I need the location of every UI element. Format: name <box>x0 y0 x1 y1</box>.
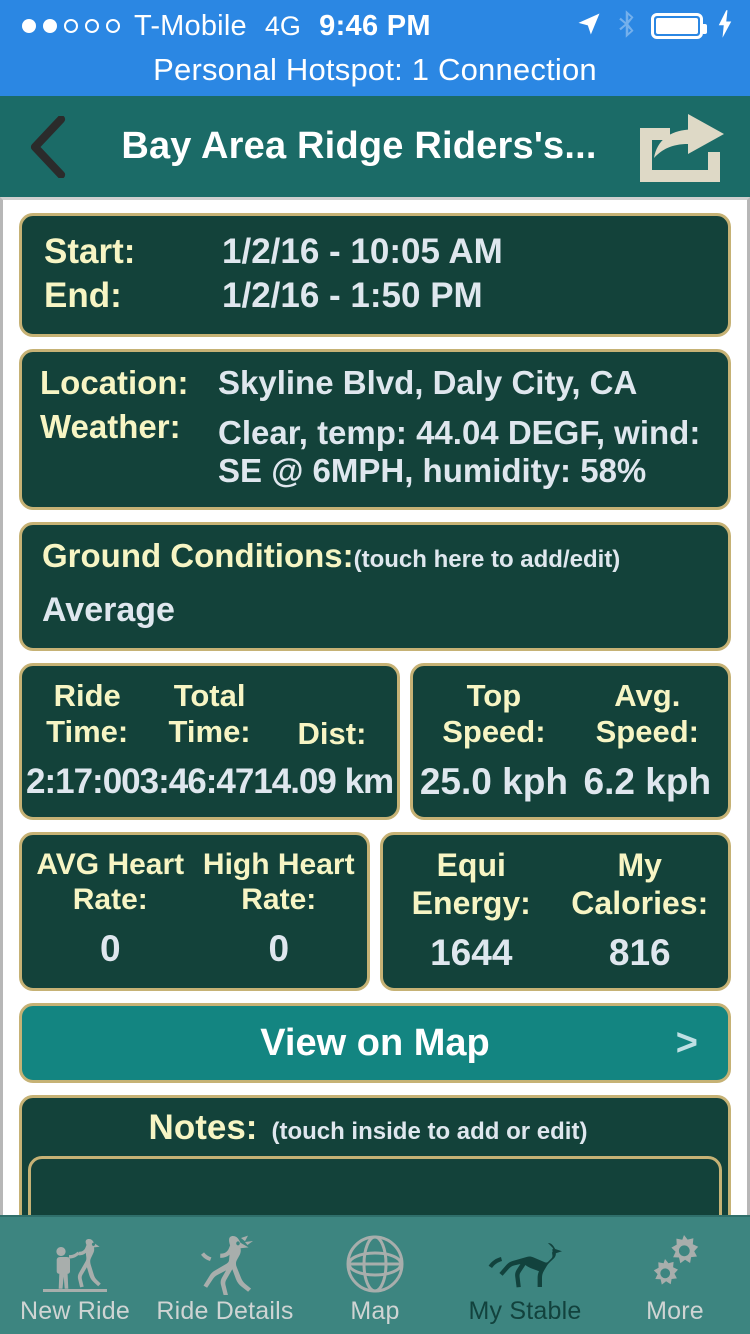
heart-rate-values: 0 0 <box>26 928 363 970</box>
energy-values: 1644 816 <box>387 932 724 974</box>
start-label: Start: <box>44 232 136 271</box>
chevron-right-icon: > <box>675 1021 698 1064</box>
tab-map-label: Map <box>350 1297 400 1325</box>
tab-bar: New Ride Ride Details Map My Stable More <box>0 1215 750 1334</box>
chevron-left-icon <box>30 115 66 178</box>
personal-hotspot-banner: Personal Hotspot: 1 Connection <box>153 52 597 87</box>
status-bar-top-row: T-Mobile 4G 9:46 PM <box>0 0 750 52</box>
stats-row-two: AVG Heart Rate: High Heart Rate: 0 0 Equ… <box>19 831 731 992</box>
back-button[interactable] <box>0 96 96 197</box>
speed-values: 25.0 kph 6.2 kph <box>417 761 724 803</box>
share-button[interactable] <box>632 96 750 197</box>
avg-heart-rate-label: AVG Heart Rate: <box>36 847 185 917</box>
heart-rate-headings: AVG Heart Rate: High Heart Rate: <box>26 847 363 918</box>
end-label: End: <box>44 276 122 315</box>
notes-header: Notes: (touch inside to add or edit) <box>22 1106 728 1156</box>
ride-time-distance-card: Ride Time: Total Time: Dist: 2:17:00 3:4… <box>19 662 401 820</box>
high-heart-rate-value: 0 <box>268 927 290 969</box>
charging-bolt-icon <box>716 9 734 44</box>
tab-more[interactable]: More <box>600 1217 750 1334</box>
top-speed-value: 25.0 kph <box>419 760 568 802</box>
speed-card: Top Speed: Avg. Speed: 25.0 kph 6.2 kph <box>410 662 731 820</box>
ride-time-value: 2:17:00 <box>26 762 141 802</box>
battery-icon <box>651 13 707 39</box>
energy-headings: Equi Energy: My Calories: <box>387 847 724 923</box>
ride-times-card: Start: 1/2/16 - 10:05 AM End: 1/2/16 - 1… <box>19 213 731 337</box>
ground-conditions-header: Ground Conditions: (touch here to add/ed… <box>42 537 708 575</box>
avg-speed-label: Avg. Speed: <box>595 677 699 750</box>
ride-time-label: Ride Time: <box>46 677 129 750</box>
status-bar-icons <box>575 0 734 52</box>
notes-label: Notes: <box>148 1108 258 1148</box>
carrier-label: T-Mobile <box>134 9 247 42</box>
distance-label: Dist: <box>297 715 367 751</box>
rider-with-horse-icon <box>39 1227 111 1295</box>
signal-strength-dots <box>22 19 120 33</box>
tab-more-label: More <box>646 1297 704 1325</box>
trotting-horse-icon <box>486 1227 564 1295</box>
tab-new-ride[interactable]: New Ride <box>0 1217 150 1334</box>
view-on-map-label: View on Map <box>260 1021 490 1064</box>
globe-icon <box>341 1227 409 1295</box>
location-label: Location: <box>40 364 189 401</box>
signal-dot-4 <box>85 19 99 33</box>
ride-time-headings: Ride Time: Total Time: Dist: <box>26 678 393 753</box>
gears-icon <box>639 1227 711 1295</box>
top-speed-label: Top Speed: <box>442 677 546 750</box>
signal-dot-2 <box>43 19 57 33</box>
heart-rate-card: AVG Heart Rate: High Heart Rate: 0 0 <box>19 831 370 992</box>
share-icon <box>640 113 724 182</box>
end-time-row: End: 1/2/16 - 1:50 PM <box>22 274 728 318</box>
stats-row-one: Ride Time: Total Time: Dist: 2:17:00 3:4… <box>19 662 731 820</box>
total-time-label: Total Time: <box>168 677 251 750</box>
network-type-label: 4G <box>264 10 301 41</box>
bluetooth-icon <box>616 9 638 44</box>
location-row: Location: Skyline Blvd, Daly City, CA <box>22 364 728 403</box>
start-time-row: Start: 1/2/16 - 10:05 AM <box>22 230 728 274</box>
energy-card: Equi Energy: My Calories: 1644 816 <box>380 831 731 992</box>
tab-map[interactable]: Map <box>300 1217 450 1334</box>
signal-dot-5 <box>106 19 120 33</box>
ground-conditions-value: Average <box>42 590 175 629</box>
location-arrow-icon <box>575 10 603 43</box>
tab-ride-details-label: Ride Details <box>156 1297 294 1325</box>
ride-details-content: Start: 1/2/16 - 10:05 AM End: 1/2/16 - 1… <box>0 197 750 1334</box>
distance-value: 14.09 km <box>253 762 394 802</box>
page-title: Bay Area Ridge Riders's... <box>121 125 597 167</box>
weather-value: Clear, temp: 44.04 DEGF, wind: SE @ 6MPH… <box>218 413 701 490</box>
my-calories-label: My Calories: <box>571 846 709 921</box>
weather-label: Weather: <box>40 407 181 445</box>
avg-heart-rate-value: 0 <box>99 927 121 969</box>
ground-conditions-card[interactable]: Ground Conditions: (touch here to add/ed… <box>19 521 731 651</box>
status-bar: T-Mobile 4G 9:46 PM Personal Hotspot: 1 … <box>0 0 750 96</box>
location-weather-card: Location: Skyline Blvd, Daly City, CA We… <box>19 349 731 510</box>
signal-dot-3 <box>64 19 78 33</box>
rearing-horse-icon <box>189 1227 261 1295</box>
tab-my-stable-label: My Stable <box>468 1297 582 1325</box>
high-heart-rate-label: High Heart Rate: <box>202 847 355 917</box>
tab-ride-details[interactable]: Ride Details <box>150 1217 300 1334</box>
total-time-value: 3:46:47 <box>139 762 255 802</box>
avg-speed-value: 6.2 kph <box>583 760 712 802</box>
ground-conditions-label: Ground Conditions: <box>42 536 354 574</box>
ride-time-values: 2:17:00 3:46:47 14.09 km <box>26 762 394 802</box>
start-value: 1/2/16 - 10:05 AM <box>222 232 503 271</box>
tab-my-stable[interactable]: My Stable <box>450 1217 600 1334</box>
app-screen: T-Mobile 4G 9:46 PM Personal Hotspot: 1 … <box>0 0 750 1334</box>
equi-energy-value: 1644 <box>430 932 513 974</box>
my-calories-value: 816 <box>608 932 671 974</box>
equi-energy-label: Equi Energy: <box>411 846 531 921</box>
end-value: 1/2/16 - 1:50 PM <box>222 276 483 315</box>
location-value: Skyline Blvd, Daly City, CA <box>218 364 638 401</box>
speed-headings: Top Speed: Avg. Speed: <box>417 678 724 751</box>
tab-new-ride-label: New Ride <box>20 1297 130 1325</box>
navigation-bar: Bay Area Ridge Riders's... <box>0 96 750 197</box>
signal-dot-1 <box>22 19 36 33</box>
notes-hint: (touch inside to add or edit) <box>271 1118 588 1146</box>
ground-conditions-hint: (touch here to add/edit) <box>353 545 621 573</box>
view-on-map-button[interactable]: View on Map > <box>19 1003 731 1084</box>
weather-row: Weather: Clear, temp: 44.04 DEGF, wind: … <box>22 408 728 491</box>
